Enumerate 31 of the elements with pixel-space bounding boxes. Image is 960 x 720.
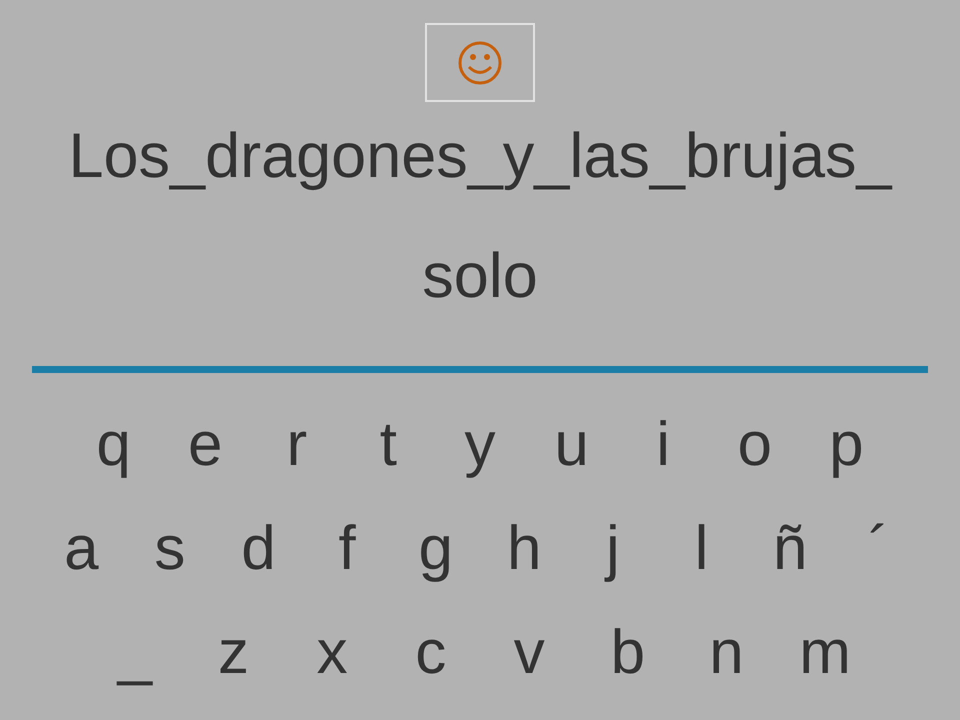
letter-key[interactable]: m [776,613,874,693]
letter-key[interactable]: d [214,509,303,589]
smiley-button[interactable] [425,23,535,102]
letter-key[interactable]: c [381,613,480,693]
prompt-text: solo [422,240,538,313]
letter-key[interactable]: n [677,613,776,693]
letter-key[interactable]: o [708,405,801,485]
letter-key[interactable]: u [526,405,618,485]
prompt-text: Los_dragones_y_las_brujas_ [68,120,892,193]
letter-key[interactable]: f [302,509,392,589]
letter-key[interactable]: h [480,509,569,589]
letter-key[interactable]: i [617,405,709,485]
smiley-icon [457,40,503,86]
letter-key[interactable]: t [342,405,434,485]
letter-key[interactable]: a [37,509,126,589]
letter-key[interactable]: p [800,405,892,485]
letter-key[interactable]: v [480,613,579,693]
letter-key[interactable]: q [68,405,160,485]
letter-key[interactable]: x [282,613,382,693]
letter-key[interactable]: j [568,509,658,589]
letter-key[interactable]: l [657,509,746,589]
letter-key[interactable]: y [434,405,526,485]
letter-key[interactable]: r [251,405,343,485]
letter-key[interactable]: z [184,613,283,693]
letter-key[interactable]: ´ [834,509,923,589]
letter-key[interactable]: b [578,613,678,693]
letter-key[interactable]: ñ [746,509,834,589]
letter-key[interactable]: _ [86,613,184,693]
letter-key[interactable]: g [391,509,480,589]
letter-key[interactable]: e [159,405,252,485]
letter-key[interactable]: s [126,509,214,589]
